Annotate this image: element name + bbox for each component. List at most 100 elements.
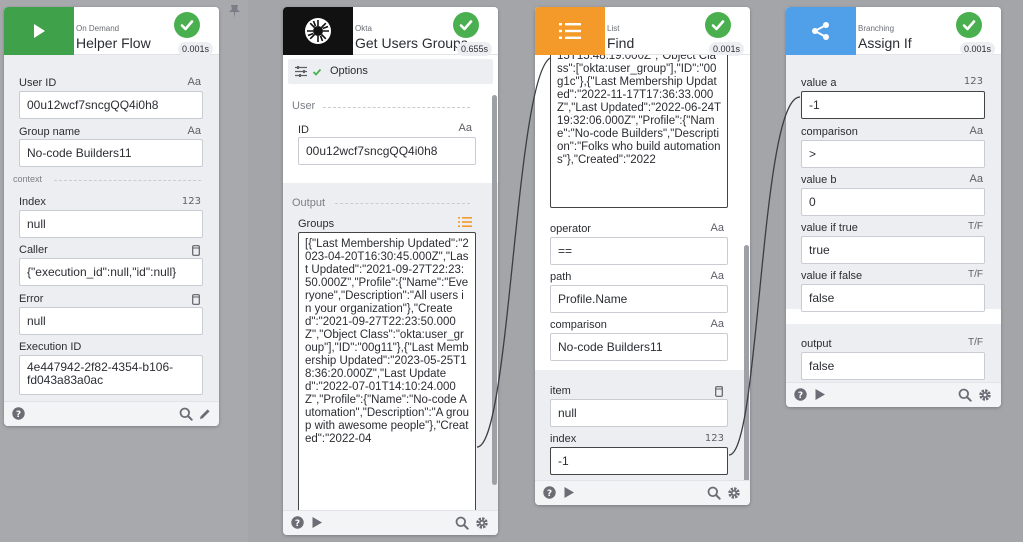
field-label-caller: Caller [19, 244, 48, 256]
value-b-input[interactable]: 0 [801, 188, 985, 216]
comparison-input[interactable]: No-code Builders11 [550, 333, 728, 361]
field-label-group-name: Group name [19, 126, 81, 138]
okta-logo-icon [283, 7, 353, 55]
svg-text:?: ? [16, 410, 21, 420]
sliders-icon [294, 65, 308, 83]
settings-gear-icon[interactable] [475, 516, 490, 531]
text-type-icon: Aa [969, 125, 983, 137]
field-label-user-id: User ID [19, 77, 57, 89]
search-icon[interactable] [707, 486, 722, 501]
scrollbar[interactable] [492, 95, 497, 485]
settings-gear-icon[interactable] [727, 486, 742, 501]
group-name-input[interactable]: No-code Builders11 [19, 139, 203, 167]
text-type-icon: Aa [187, 125, 201, 137]
field-label-value-if-false: value if false [801, 270, 863, 282]
item-output[interactable]: null [550, 399, 728, 427]
svg-text:?: ? [798, 391, 803, 401]
caller-input[interactable]: {"execution_id":null,"id":null} [19, 258, 203, 286]
run-test-icon[interactable] [563, 486, 578, 501]
card-title: Get Users Groups [355, 35, 468, 51]
search-icon[interactable] [179, 407, 194, 422]
card-title: Assign If [858, 35, 912, 51]
divider [54, 180, 201, 181]
play-icon[interactable] [4, 7, 74, 55]
field-label-comparison: comparison [801, 126, 858, 138]
search-icon[interactable] [455, 516, 470, 531]
text-type-icon: Aa [458, 122, 472, 134]
text-type-icon: Aa [710, 222, 724, 234]
execution-id-input[interactable]: 4e447942-2f82-4354-b106-fd043a83a0ac [19, 355, 203, 395]
value-a-input[interactable]: -1 [801, 91, 985, 119]
card-body: value a 123 -1 comparison Aa > value b A… [786, 55, 1001, 382]
field-label-comparison: comparison [550, 319, 607, 331]
field-label-value-a: value a [801, 77, 837, 89]
card-body: 15T15:48:19.000Z","Object Class":["okta:… [535, 55, 750, 480]
number-type-icon: 123 [963, 76, 983, 87]
success-check-icon [705, 12, 731, 38]
user-section-label: User [292, 100, 316, 112]
boolean-type-icon: T/F [968, 337, 983, 348]
field-label-operator: operator [550, 223, 591, 235]
share-branch-icon [786, 7, 856, 55]
output-value[interactable]: false [801, 352, 985, 380]
card-category: Okta [355, 24, 372, 33]
settings-gear-icon[interactable] [978, 388, 993, 403]
helper-flow-card[interactable]: On Demand Helper Flow 0.001s User ID Aa … [4, 7, 219, 426]
success-check-icon [174, 12, 200, 38]
help-icon[interactable]: ? [12, 407, 27, 422]
field-label-value-b: value b [801, 174, 837, 186]
error-input[interactable]: null [19, 307, 203, 335]
svg-text:?: ? [295, 519, 300, 529]
branching-assign-if-card[interactable]: Branching Assign If 0.001s value a 123 -… [786, 7, 1001, 407]
help-icon[interactable]: ? [794, 388, 809, 403]
execution-time-badge: 0.001s [708, 42, 744, 56]
value-if-false-input[interactable]: false [801, 284, 985, 312]
card-header: Okta Get Users Groups 0.655s [283, 7, 498, 56]
list-input-value[interactable]: 15T15:48:19.000Z","Object Class":["okta:… [550, 55, 728, 208]
index-output[interactable]: -1 [550, 447, 728, 475]
okta-get-users-groups-card[interactable]: Okta Get Users Groups 0.655s Options Use… [283, 7, 498, 535]
execution-time-badge: 0.001s [177, 42, 213, 56]
operator-input[interactable]: == [550, 237, 728, 265]
boolean-type-icon: T/F [968, 221, 983, 232]
run-test-icon[interactable] [814, 388, 829, 403]
success-check-icon [453, 12, 479, 38]
card-header: On Demand Helper Flow 0.001s [4, 7, 219, 56]
pin-icon[interactable] [228, 4, 241, 24]
options-bar[interactable]: Options [288, 59, 493, 84]
text-type-icon: Aa [969, 173, 983, 185]
number-type-icon: 123 [704, 433, 724, 444]
output-section-label: Output [292, 197, 326, 209]
execution-time-badge: 0.655s [456, 42, 492, 56]
options-label: Options [330, 65, 368, 77]
help-icon[interactable]: ? [291, 516, 306, 531]
edit-icon[interactable] [198, 407, 213, 422]
search-icon[interactable] [958, 388, 973, 403]
field-label-execution-id: Execution ID [19, 341, 82, 353]
list-type-icon [458, 215, 472, 233]
list-find-card[interactable]: List Find 0.001s 15T15:48:19.000Z","Obje… [535, 7, 750, 505]
groups-output-value[interactable]: [{"Last Membership Updated":"2023-04-20T… [298, 232, 476, 510]
card-body: Options User ID Aa 00u12wcf7sncgQQ4i0h8 … [283, 55, 498, 510]
user-id-input[interactable]: 00u12wcf7sncgQQ4i0h8 [298, 137, 476, 165]
card-header: List Find 0.001s [535, 7, 750, 56]
path-input[interactable]: Profile.Name [550, 285, 728, 313]
field-label-path: path [550, 271, 572, 283]
boolean-type-icon: T/F [968, 269, 983, 280]
execution-time-badge: 0.001s [959, 42, 995, 56]
card-category: List [607, 24, 620, 33]
comparison-input[interactable]: > [801, 140, 985, 168]
divider [323, 107, 470, 108]
index-input[interactable]: null [19, 210, 203, 238]
field-label-groups: Groups [298, 218, 335, 230]
list-icon [535, 7, 605, 55]
card-footer: ? [4, 401, 219, 426]
run-test-icon[interactable] [311, 516, 326, 531]
value-if-true-input[interactable]: true [801, 236, 985, 264]
divider [335, 203, 470, 204]
context-section-label: context [13, 174, 43, 184]
user-id-input[interactable]: 00u12wcf7sncgQQ4i0h8 [19, 91, 203, 119]
text-type-icon: Aa [710, 270, 724, 282]
scrollbar[interactable] [744, 245, 749, 480]
help-icon[interactable]: ? [543, 486, 558, 501]
